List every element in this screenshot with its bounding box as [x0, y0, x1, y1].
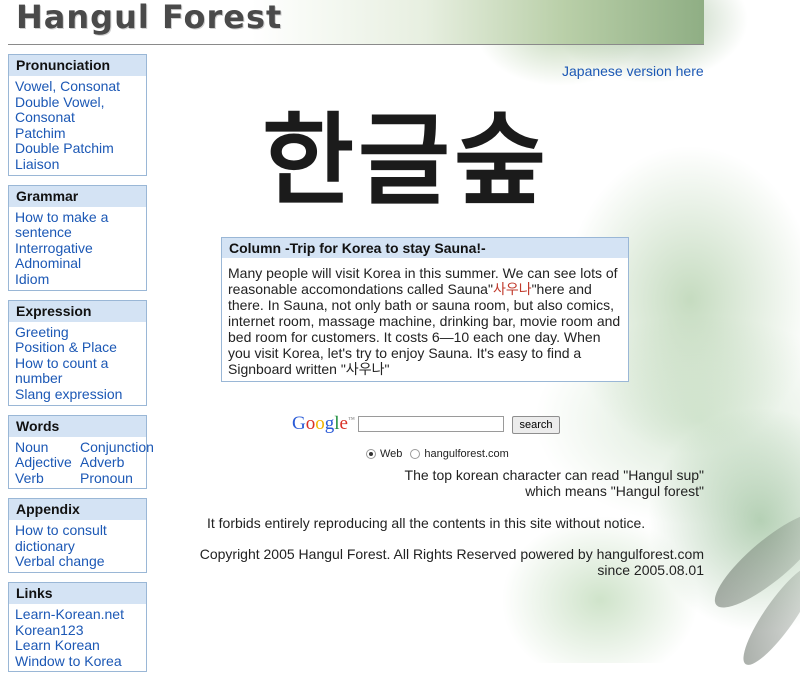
nav-link-pronoun[interactable]: Pronoun [80, 470, 150, 487]
nav-link-adjective[interactable]: Adjective [15, 454, 80, 471]
hangul-logo: 한글숲 [262, 101, 550, 219]
nav-link-learn-korean[interactable]: Learn Korean [15, 638, 140, 654]
nav-link-noun[interactable]: Noun [15, 439, 80, 456]
nav-link-slang[interactable]: Slang expression [15, 386, 140, 403]
site-title: Hangul Forest [16, 0, 283, 36]
note-line: which means "Hangul forest" [525, 483, 704, 499]
nav-heading: Appendix [9, 499, 146, 521]
nav-link-window-to-korea[interactable]: Window to Korea [15, 653, 140, 670]
reproduction-notice: It forbids entirely reproducing all the … [207, 515, 646, 531]
nav-link-make-sentence[interactable]: How to make a sentence [15, 209, 140, 241]
radio-web[interactable] [366, 449, 376, 459]
nav-heading: Grammar [9, 185, 146, 207]
nav-link-interrogative[interactable]: Interrogative [15, 240, 140, 257]
nav-link-double-patchim[interactable]: Double Patchim [15, 141, 140, 157]
nav-heading: Links [9, 583, 146, 605]
nav-link-vowel-consonat[interactable]: Vowel, Consonat [15, 78, 140, 95]
radio-site[interactable] [410, 449, 421, 459]
column-box: Column -Trip for Korea to stay Sauna!- M… [221, 237, 629, 382]
nav-box-pronunciation: Pronunciation Vowel, Consonat Double Vow… [8, 54, 147, 176]
nav-box-grammar: Grammar How to make a sentence Interroga… [8, 184, 147, 291]
nav-link-position-place[interactable]: Position & Place [15, 340, 140, 356]
nav-box-expression: Expression Greeting Position & Place How… [8, 299, 147, 406]
search-button[interactable]: search [512, 416, 560, 434]
column-body: Many people will visit Korea in this sum… [222, 258, 628, 381]
nav-link-conjunction[interactable]: Conjunction [80, 439, 154, 456]
nav-link-greeting[interactable]: Greeting [15, 324, 140, 341]
site-header: Hangul Forest [8, 0, 704, 45]
nav-link-verbal-change[interactable]: Verbal change [15, 554, 140, 570]
radio-web-label: Web [380, 448, 403, 460]
nav-link-patchim[interactable]: Patchim [15, 125, 140, 142]
nav-link-adnominal[interactable]: Adnominal [15, 256, 140, 272]
nav-heading: Pronunciation [9, 55, 146, 76]
nav-link-idiom[interactable]: Idiom [15, 271, 140, 288]
copyright-since: since 2005.08.01 [597, 562, 704, 578]
nav-box-links: Links Learn-Korean.net Korean123 Learn K… [8, 582, 147, 673]
column-title: Column -Trip for Korea to stay Sauna!- [222, 238, 628, 258]
column-korean-word: 사우나 [492, 281, 532, 297]
nav-link-learn-korean-net[interactable]: Learn-Korean.net [15, 606, 140, 623]
google-logo: Google™ [292, 413, 355, 434]
nav-link-verb[interactable]: Verb [15, 470, 80, 487]
nav-heading: Expression [9, 300, 146, 322]
nav-link-count-number[interactable]: How to count a number [15, 355, 140, 387]
nav-box-words: Words Noun Conjunction Adjective Adverb … [8, 414, 154, 490]
search-input[interactable] [358, 416, 504, 432]
sidebar: Pronunciation Vowel, Consonat Double Vow… [8, 54, 154, 681]
nav-link-consult-dictionary[interactable]: How to consult dictionary [15, 522, 140, 554]
nav-link-liaison[interactable]: Liaison [15, 156, 140, 173]
nav-box-appendix: Appendix How to consult dictionary Verba… [8, 498, 147, 574]
logo-note: The top korean character can read "Hangu… [380, 467, 704, 499]
radio-site-label: hangulforest.com [424, 448, 509, 460]
nav-link-adverb[interactable]: Adverb [80, 454, 150, 471]
nav-heading: Words [9, 415, 146, 437]
search-scope: Web hangulforest.com [366, 448, 509, 460]
nav-link-korean123[interactable]: Korean123 [15, 622, 140, 639]
note-line: The top korean character can read "Hangu… [404, 467, 704, 483]
nav-link-double-vowel[interactable]: Double Vowel, Consonat [15, 94, 140, 126]
japanese-version-link[interactable]: Japanese version here [562, 63, 704, 79]
copyright-line: Copyright 2005 Hangul Forest. All Rights… [199, 546, 704, 562]
copyright: Copyright 2005 Hangul Forest. All Rights… [160, 546, 704, 578]
